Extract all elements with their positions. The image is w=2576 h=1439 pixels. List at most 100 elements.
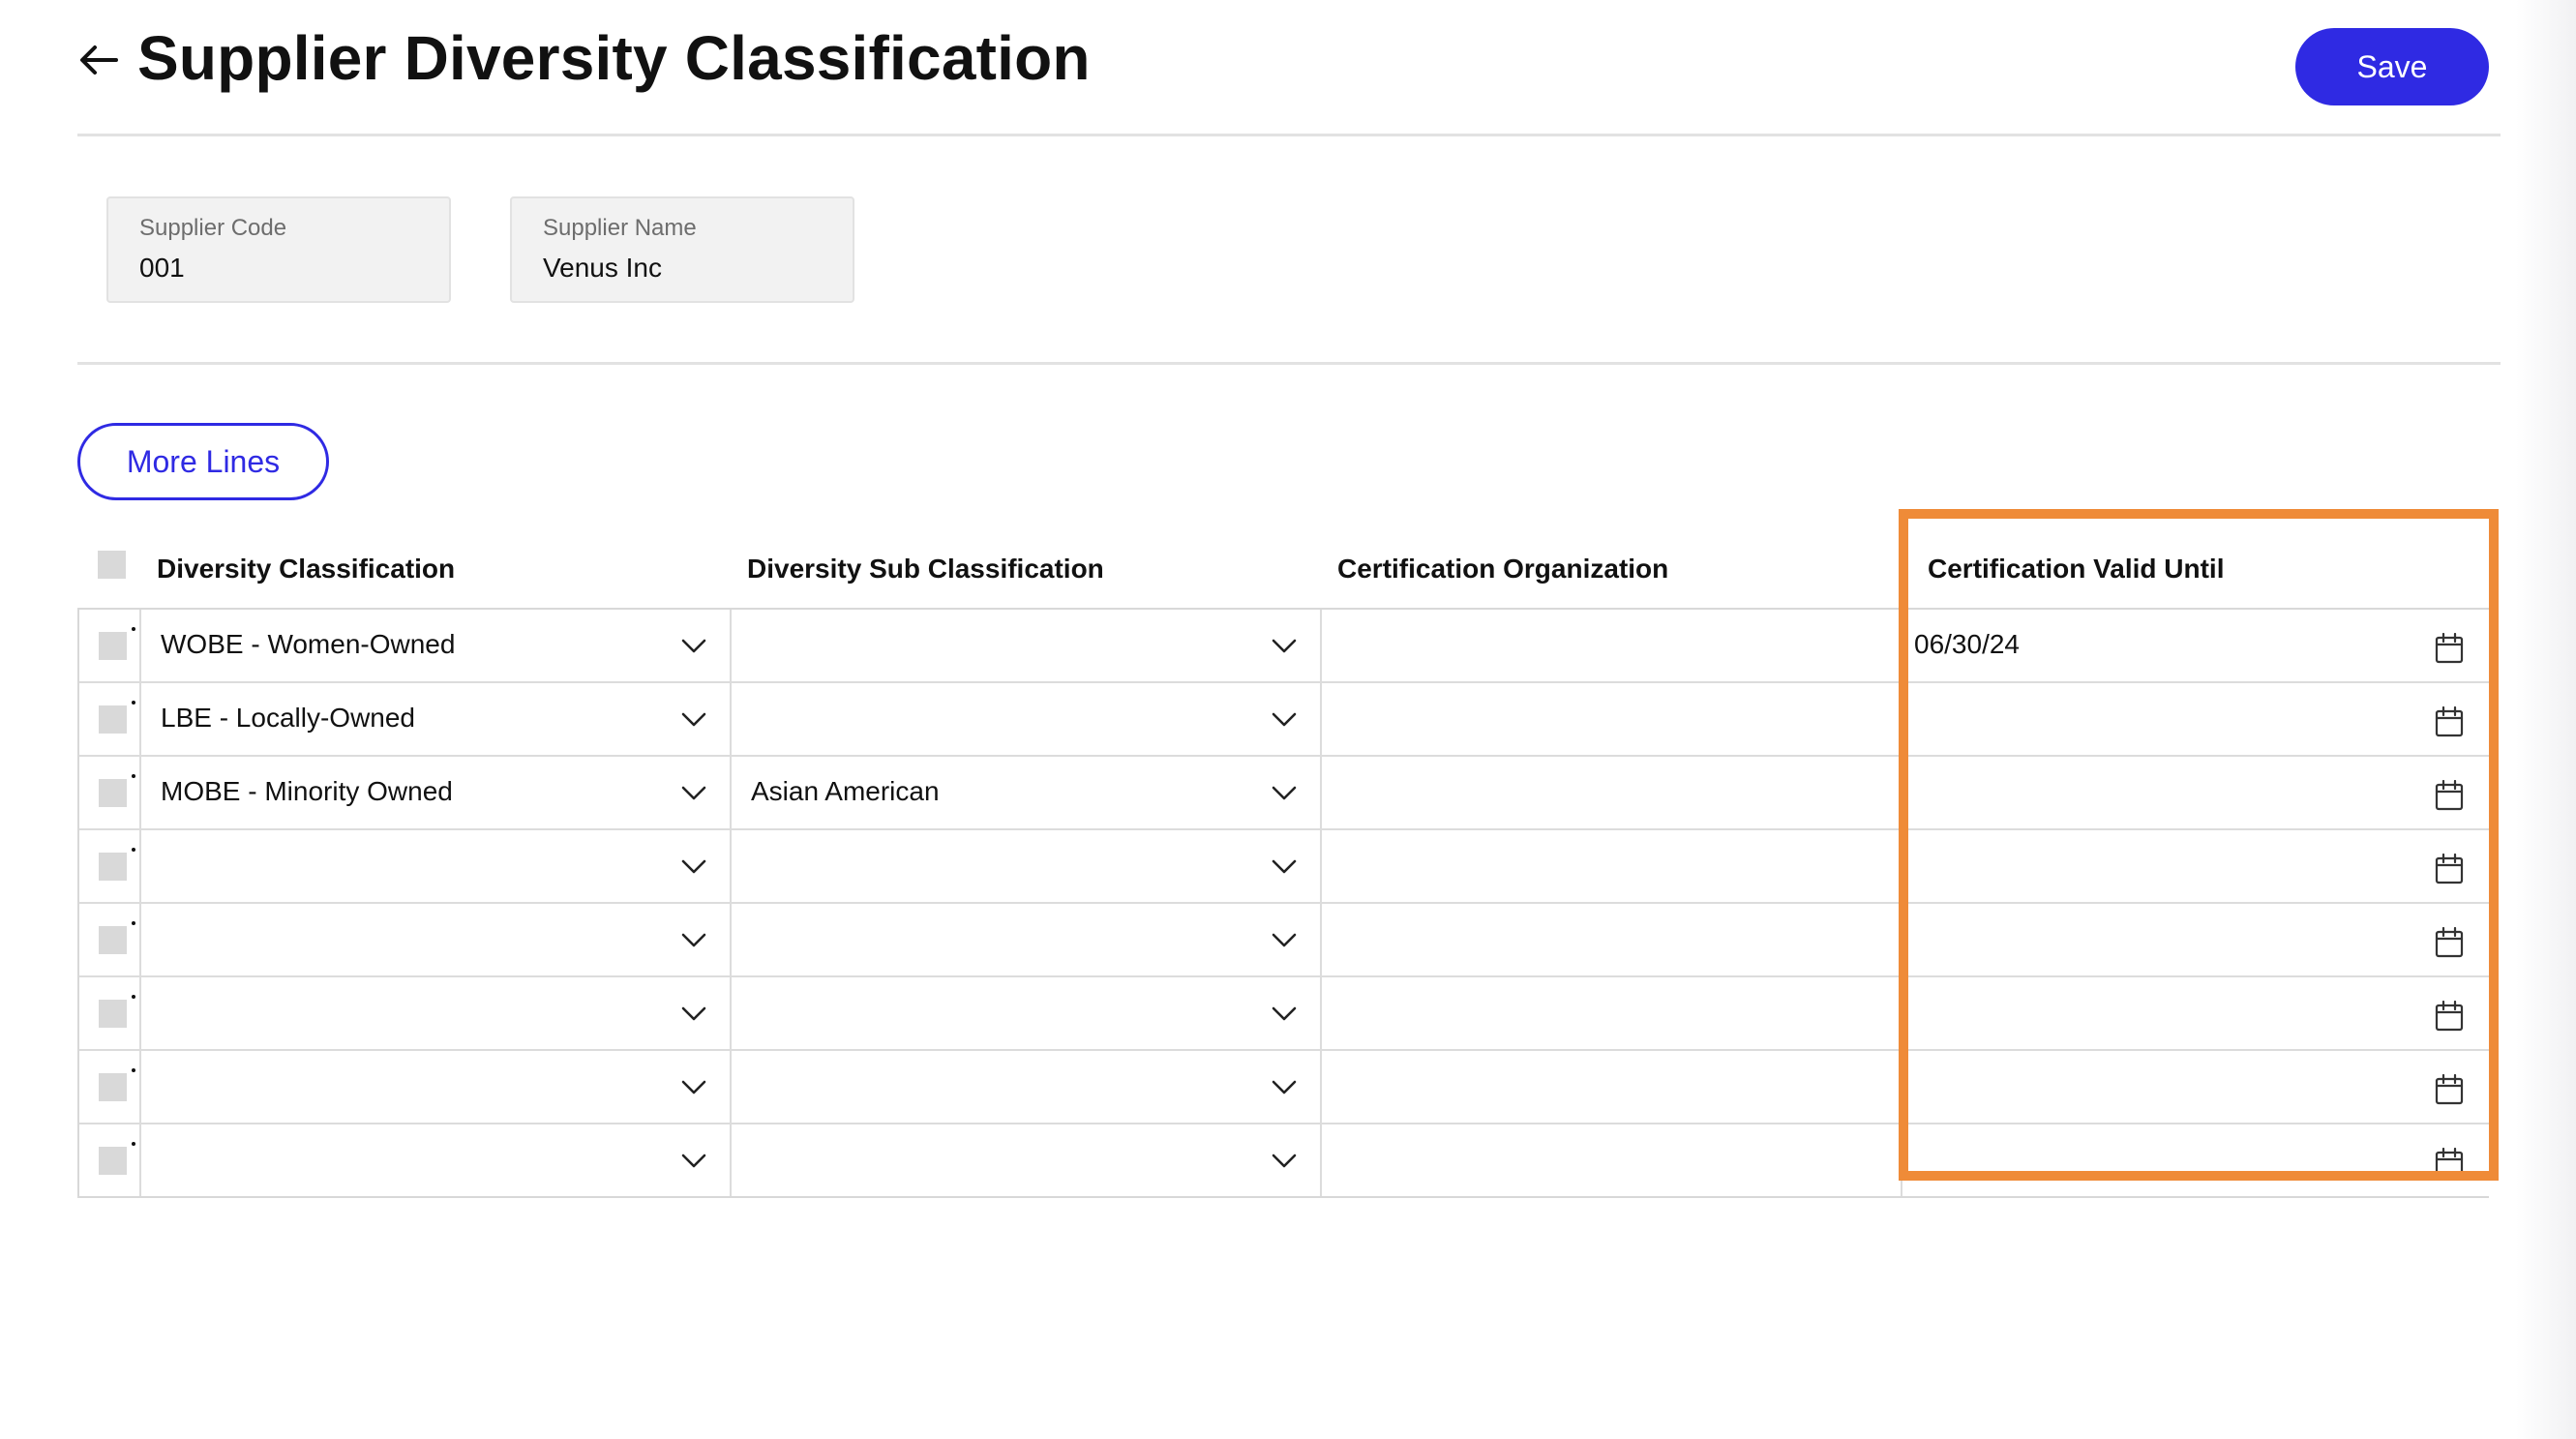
chevron-down-icon[interactable] [679,852,708,881]
classification-cell: WOBE - Women-Owned [139,610,730,681]
classification-dropdown[interactable] [141,1051,730,1123]
calendar-icon[interactable] [2435,854,2464,884]
organization-cell[interactable] [1320,830,1901,902]
classification-dropdown[interactable] [141,904,730,975]
row-checkbox[interactable] [99,779,127,807]
chevron-down-icon[interactable] [679,999,708,1028]
chevron-down-icon[interactable] [679,925,708,954]
sub-classification-dropdown[interactable]: Asian American [732,757,1320,828]
sub-classification-cell [730,904,1320,975]
page: Supplier Diversity Classification Save S… [0,0,2576,1439]
chevron-down-icon[interactable] [1270,631,1299,660]
sub-classification-cell [730,1124,1320,1196]
sub-classification-dropdown[interactable] [732,1051,1320,1123]
chevron-down-icon[interactable] [679,631,708,660]
chevron-down-icon[interactable] [1270,778,1299,807]
row-select-cell [79,757,139,828]
more-lines-button[interactable]: More Lines [77,423,329,500]
row-checkbox[interactable] [99,1000,127,1028]
sub-classification-dropdown[interactable] [732,683,1320,755]
row-handle[interactable] [132,1142,135,1146]
organization-cell[interactable] [1320,904,1901,975]
back-button[interactable] [75,37,122,83]
sub-classification-dropdown[interactable] [732,610,1320,681]
valid-until-cell [1901,757,2491,828]
valid-until-date-input[interactable] [1902,1124,2491,1196]
row-handle[interactable] [132,701,135,705]
column-header-organization: Certification Organization [1337,554,1669,584]
valid-until-date-input[interactable] [1902,683,2491,755]
classification-dropdown[interactable]: WOBE - Women-Owned [141,610,730,681]
valid-until-date-input[interactable] [1902,757,2491,828]
row-handle[interactable] [132,1068,135,1072]
valid-until-date-input[interactable] [1902,977,2491,1049]
chevron-down-icon[interactable] [679,705,708,734]
chevron-down-icon[interactable] [1270,1072,1299,1101]
calendar-icon[interactable] [2435,1074,2464,1105]
calendar-icon[interactable] [2435,706,2464,737]
classification-dropdown[interactable]: MOBE - Minority Owned [141,757,730,828]
classification-dropdown[interactable] [141,977,730,1049]
sub-classification-cell [730,977,1320,1049]
calendar-icon[interactable] [2435,780,2464,811]
valid-until-date-input[interactable] [1902,830,2491,902]
table-row [79,1049,2489,1123]
chevron-down-icon[interactable] [1270,705,1299,734]
row-checkbox[interactable] [99,705,127,734]
row-checkbox[interactable] [99,632,127,660]
organization-cell[interactable] [1320,977,1901,1049]
sub-classification-dropdown[interactable] [732,977,1320,1049]
supplier-code-value: 001 [139,253,185,283]
select-all-checkbox[interactable] [98,551,126,579]
save-button[interactable]: Save [2295,28,2489,105]
organization-cell[interactable] [1320,1051,1901,1123]
organization-cell[interactable] [1320,757,1901,828]
row-handle[interactable] [132,921,135,925]
row-select-cell [79,683,139,755]
organization-cell[interactable] [1320,683,1901,755]
row-checkbox[interactable] [99,1147,127,1175]
table-header: Diversity Classification Diversity Sub C… [77,523,2489,608]
row-checkbox[interactable] [99,853,127,881]
row-handle[interactable] [132,995,135,999]
classification-dropdown[interactable] [141,1124,730,1196]
calendar-icon[interactable] [2435,1148,2464,1179]
table-row: WOBE - Women-Owned 06/30/24 [79,610,2489,681]
chevron-down-icon[interactable] [1270,999,1299,1028]
row-handle[interactable] [132,774,135,778]
section-divider [77,362,2501,365]
classification-cell [139,977,730,1049]
classification-value: WOBE - Women-Owned [161,629,456,659]
organization-cell[interactable] [1320,610,1901,681]
chevron-down-icon[interactable] [1270,1146,1299,1175]
page-title: Supplier Diversity Classification [137,23,1091,93]
supplier-name-value: Venus Inc [543,253,662,283]
sub-classification-dropdown[interactable] [732,830,1320,902]
chevron-down-icon[interactable] [1270,925,1299,954]
sub-classification-cell [730,1051,1320,1123]
calendar-icon[interactable] [2435,633,2464,664]
row-handle[interactable] [132,627,135,631]
row-checkbox[interactable] [99,1073,127,1101]
table-row [79,1123,2489,1196]
valid-until-date-input[interactable] [1902,1051,2491,1123]
classification-value: LBE - Locally-Owned [161,703,416,733]
chevron-down-icon[interactable] [679,1146,708,1175]
organization-cell[interactable] [1320,1124,1901,1196]
table-row [79,975,2489,1049]
classification-dropdown[interactable]: LBE - Locally-Owned [141,683,730,755]
chevron-down-icon[interactable] [679,778,708,807]
chevron-down-icon[interactable] [679,1072,708,1101]
valid-until-date-input[interactable] [1902,904,2491,975]
sub-classification-dropdown[interactable] [732,904,1320,975]
sub-classification-dropdown[interactable] [732,1124,1320,1196]
row-checkbox[interactable] [99,926,127,954]
row-handle[interactable] [132,848,135,852]
valid-until-cell [1901,830,2491,902]
valid-until-date-input[interactable]: 06/30/24 [1902,610,2491,681]
calendar-icon[interactable] [2435,927,2464,958]
valid-until-cell [1901,683,2491,755]
classification-dropdown[interactable] [141,830,730,902]
chevron-down-icon[interactable] [1270,852,1299,881]
calendar-icon[interactable] [2435,1001,2464,1032]
